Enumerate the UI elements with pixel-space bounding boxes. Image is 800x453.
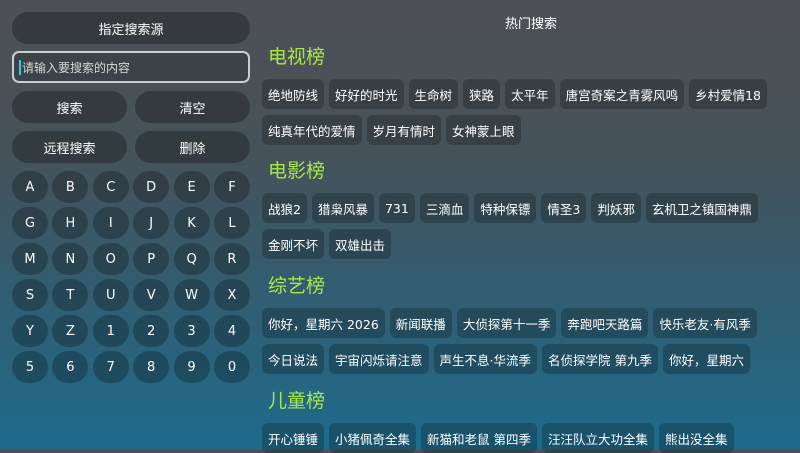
tag-list: 开心锤锤 小猪佩奇全集 新猫和老鼠 第四季 汪汪队立大功全集 熊出没全集 <box>262 423 792 453</box>
key-button[interactable]: H <box>52 207 89 239</box>
key-button[interactable]: Y <box>12 315 48 347</box>
hot-search-tag[interactable]: 声生不息·华流季 <box>433 344 538 374</box>
hot-search-tag[interactable]: 开心锤锤 <box>262 423 325 453</box>
key-button[interactable]: D <box>133 171 170 203</box>
key-button[interactable]: 1 <box>92 315 129 347</box>
tag-list: 绝地防线 好好的时光 生命树 狭路 太平年 唐宫奇案之青雾风鸣 乡村爱情18 纯真年代的爱情岁… <box>262 79 792 145</box>
hot-search-tag[interactable]: 三滴血 <box>419 193 470 223</box>
key-button[interactable]: U <box>92 279 129 311</box>
hot-search-tag[interactable]: 熊出没全集 <box>659 423 734 453</box>
hot-search-tag[interactable]: 玄机卫之镇国神鼎 <box>645 193 758 223</box>
tag-list: 战狼2 猎枭风暴 731 三滴血 特种保镖 情圣3 判妖邪 玄机卫之镇国神鼎金刚不坏 双雄出击 <box>262 193 792 259</box>
key-button[interactable]: W <box>173 279 210 311</box>
section-movie: 电影榜 战狼2 猎枭风暴 731 三滴血 特种保镖 情圣3 判妖邪 玄机卫之镇国神鼎金刚不坏双… <box>262 158 792 259</box>
key-button[interactable]: 0 <box>213 351 250 383</box>
hot-search-tag[interactable]: 战狼2 <box>262 193 307 223</box>
key-button[interactable]: J <box>133 207 170 239</box>
key-button[interactable]: K <box>173 207 210 239</box>
hot-search-tag[interactable]: 今日说法 <box>262 344 325 374</box>
key-button[interactable]: 7 <box>92 351 129 383</box>
hot-search-tag[interactable]: 奔跑吧天路篇 <box>561 308 649 338</box>
hot-search-tag[interactable]: 新猫和老鼠 第四季 <box>421 423 538 453</box>
search-placeholder: 请输入要搜索的内容 <box>22 60 131 75</box>
section-tv: 电视榜 绝地防线 好好的时光 生命树 狭路 太平年 唐宫奇案之青雾风鸣 乡村爱情18 纯真年代… <box>262 44 792 145</box>
hot-search-tag[interactable]: 你好，星期六 2026 <box>262 308 385 338</box>
key-button[interactable]: P <box>133 243 170 275</box>
hot-search-tag[interactable]: 岁月有情时 <box>366 115 442 145</box>
key-button[interactable]: C <box>92 171 129 203</box>
key-button[interactable]: Q <box>173 243 210 275</box>
key-button[interactable]: 4 <box>213 315 250 347</box>
key-button[interactable]: S <box>12 279 48 311</box>
key-button[interactable]: R <box>213 243 250 275</box>
hot-search-tag[interactable]: 纯真年代的爱情 <box>262 115 362 145</box>
key-button[interactable]: A <box>12 171 48 203</box>
hot-search-tag[interactable]: 汪汪队立大功全集 <box>542 423 655 453</box>
section-title: 电视榜 <box>268 46 326 68</box>
key-button[interactable]: T <box>52 279 89 311</box>
key-button[interactable]: F <box>213 171 250 203</box>
key-button[interactable]: V <box>133 279 170 311</box>
hot-search-tag[interactable]: 大侦探第十一季 <box>456 308 557 338</box>
delete-button[interactable]: 删除 <box>135 131 250 163</box>
specify-source-button[interactable]: 指定搜索源 <box>12 12 250 44</box>
hot-search-tag[interactable]: 太平年 <box>505 79 555 109</box>
hot-search-title: 热门搜索 <box>504 17 557 32</box>
key-button[interactable]: L <box>213 207 250 239</box>
clear-button[interactable]: 清空 <box>135 91 250 123</box>
key-button[interactable]: 3 <box>173 315 210 347</box>
key-button[interactable]: 6 <box>52 351 89 383</box>
key-button[interactable]: X <box>213 279 250 311</box>
key-button[interactable]: E <box>173 171 210 203</box>
text-cursor <box>19 59 21 75</box>
key-button[interactable]: 9 <box>173 351 210 383</box>
hot-search-tag[interactable]: 宇宙闪烁请注意 <box>329 344 429 374</box>
hot-search-tag[interactable]: 双雄出击 <box>329 229 392 259</box>
hot-search-tag[interactable]: 女神蒙上眼 <box>446 115 521 145</box>
key-button[interactable]: I <box>92 207 129 239</box>
hot-search-tag[interactable]: 判妖邪 <box>591 193 641 223</box>
key-button[interactable]: M <box>12 243 48 275</box>
remote-search-button[interactable]: 远程搜索 <box>12 131 127 163</box>
section-title: 儿童榜 <box>268 390 326 412</box>
section-title: 电影榜 <box>268 160 326 182</box>
hot-search-tag[interactable]: 特种保镖 <box>474 193 537 223</box>
hot-search-tag[interactable]: 新闻联播 <box>389 308 452 338</box>
hot-search-tag[interactable]: 乡村爱情18 <box>689 79 767 109</box>
key-button[interactable]: 2 <box>133 315 170 347</box>
hot-search-tag[interactable]: 情圣3 <box>541 193 587 223</box>
hot-search-tag[interactable]: 唐宫奇案之青雾风鸣 <box>559 79 685 109</box>
key-button[interactable]: G <box>12 207 48 239</box>
section-variety: 综艺榜 你好，星期六 2026 新闻联播 大侦探第十一季 奔跑吧天路篇 快乐老友·有风季… <box>262 273 792 374</box>
search-button[interactable]: 搜索 <box>12 91 127 123</box>
hot-search-tag[interactable]: 猎枭风暴 <box>311 193 374 223</box>
hot-search-tag[interactable]: 狭路 <box>463 79 501 109</box>
section-kids: 儿童榜 开心锤锤 小猪佩奇全集 新猫和老鼠 第四季 汪汪队立大功全集 熊出没全集 <box>262 388 792 453</box>
hot-search-tag[interactable]: 绝地防线 <box>262 79 325 109</box>
key-button[interactable]: Z <box>52 315 89 347</box>
section-title: 综艺榜 <box>268 275 326 297</box>
hot-search-tag[interactable]: 金刚不坏 <box>262 229 325 259</box>
key-button[interactable]: O <box>92 243 129 275</box>
keyboard-grid: ABCDEF GHIJKL MNOPQR STUVWX YZ1234 567890 <box>12 171 250 383</box>
tag-list: 你好，星期六 2026 新闻联播 大侦探第十一季 奔跑吧天路篇 快乐老友·有风季今日说法… <box>262 308 792 374</box>
key-button[interactable]: B <box>52 171 89 203</box>
hot-search-tag[interactable]: 名侦探学院 第九季 <box>542 344 658 374</box>
key-button[interactable]: 8 <box>133 351 170 383</box>
hot-search-tag[interactable]: 生命树 <box>408 79 459 109</box>
hot-search-tag[interactable]: 731 <box>378 193 415 223</box>
left-panel: 指定搜索源 请输入要搜索的内容 搜索 清空 远程搜索 删除 ABCDEF GHIJ… <box>12 12 250 383</box>
search-input[interactable]: 请输入要搜索的内容 <box>12 51 250 83</box>
hot-search-tag[interactable]: 快乐老友·有风季 <box>653 308 757 338</box>
hot-search-tag[interactable]: 好好的时光 <box>329 79 404 109</box>
key-button[interactable]: N <box>52 243 89 275</box>
hot-search-tag[interactable]: 小猪佩奇全集 <box>329 423 417 453</box>
key-button[interactable]: 5 <box>12 351 48 383</box>
hot-search-tag[interactable]: 你好，星期六 <box>663 344 751 374</box>
